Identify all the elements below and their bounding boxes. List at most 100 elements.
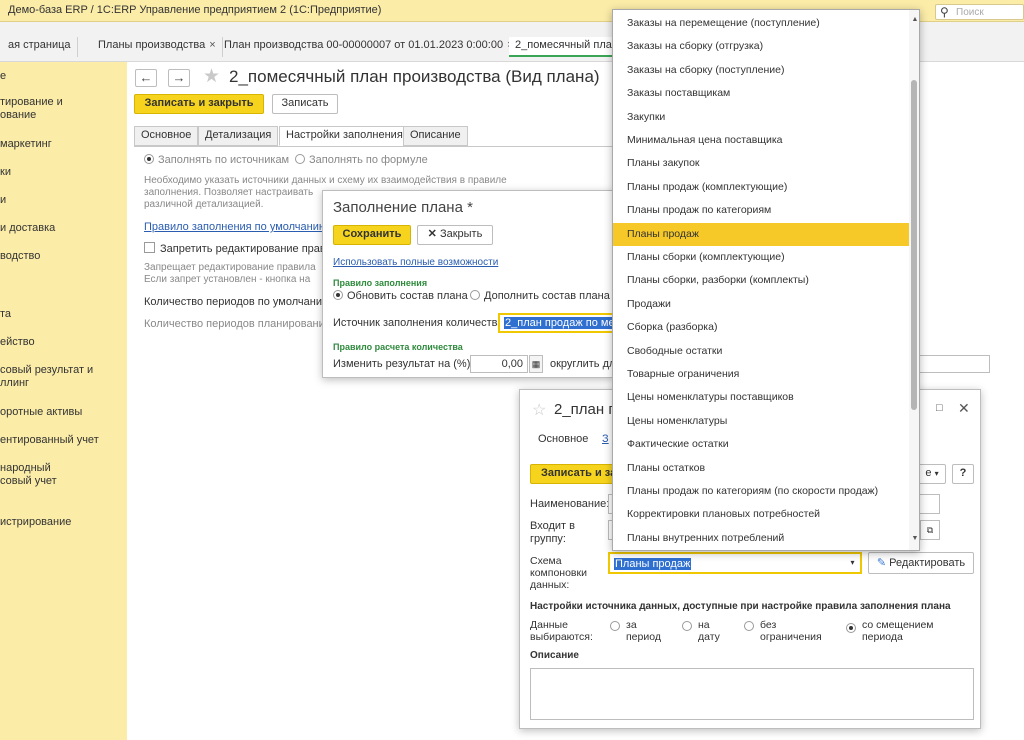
sidebar-item-warehouse[interactable]: и доставка [0,222,127,235]
calc-rule-header: Правило расчета количества [333,342,463,352]
sidebar-item-financial-result[interactable]: совый результат и ллинг [0,364,127,390]
radio-icon [295,154,305,164]
favorite-star-icon[interactable]: ★ [203,65,220,88]
dropdown-item[interactable]: Планы продаж (комплектующие) [613,176,909,199]
calculator-icon[interactable]: ▦ [529,355,543,373]
tab-production-plan-doc[interactable]: План производства 00-00000007 от 01.01.2… [218,37,521,57]
tab-description[interactable]: Описание [403,126,468,146]
sidebar: е тирование и ование маркетинг ки и и до… [0,62,127,740]
dropdown-item[interactable]: Минимальная цена поставщика [613,129,909,152]
dropdown-item[interactable]: Свободные остатки [613,340,909,363]
dropdown-item[interactable]: Планы продаж по категориям (по скорости … [613,480,909,503]
sidebar-item-crm[interactable]: тирование и ование [0,96,127,122]
radio-append-plan[interactable]: Дополнить состав плана [470,290,610,302]
scrollbar-thumb[interactable] [911,80,917,410]
dropdown-item[interactable]: Планы остатков [613,457,909,480]
radio-fill-by-sources[interactable]: Заполнять по источникам [144,154,289,166]
save-button[interactable]: Сохранить [333,225,411,245]
close-button[interactable]: ✕ Закрыть [417,225,493,245]
tab-home[interactable]: ая страница [2,37,78,57]
dropdown-item[interactable]: Товарные ограничения [613,363,909,386]
sidebar-item-non-current-assets[interactable]: оротные активы [0,406,127,419]
dialog-title: 2_план п [554,401,617,418]
dropdown-item[interactable]: Фактические остатки [613,433,909,456]
dropdown-item[interactable]: Планы закупок [613,152,909,175]
sidebar-item-production[interactable]: водство [0,250,127,263]
tab-main[interactable]: Основное [538,433,588,445]
radio-unlimited[interactable] [744,621,758,633]
sidebar-item-salary[interactable]: та [0,308,127,321]
opt-shift-label: со смещением периода [862,619,934,643]
tab-production-plans[interactable]: Планы производства × [92,37,223,57]
dropdown-arrow-icon[interactable]: ▾ [845,554,860,572]
periods-field[interactable] [918,355,990,373]
tab-detail[interactable]: Детализация [198,126,279,146]
dropdown-item[interactable]: Планы продаж по категориям [613,199,909,222]
default-rule-link[interactable]: Правило заполнения по умолчанию [144,221,327,233]
scroll-down-icon[interactable]: ▼ [910,535,919,542]
dropdown-item[interactable]: Заказы поставщикам [613,82,909,105]
help-button[interactable]: ? [952,464,974,484]
dropdown-item[interactable]: Планы сборки, разборки (комплекты) [613,269,909,292]
data-selected-label: Данные выбираются: [530,619,593,643]
close-icon[interactable]: × [209,39,215,51]
save-and-close-button[interactable]: Записать и закрыть [134,94,264,114]
search-icon: ⚲ [940,5,949,19]
hint-line-2: заполнения. Позволяет настраивать [144,187,314,198]
more-button[interactable]: е ▾ [918,464,946,484]
back-button[interactable]: ← [135,69,157,87]
schema-field[interactable]: Планы продаж [608,552,862,574]
dropdown-item[interactable]: Цены номенклатуры [613,410,909,433]
sidebar-item-regulated-accounting[interactable]: ентированный учет [0,434,127,447]
full-features-link[interactable]: Использовать полные возможности [333,257,498,268]
change-result-field[interactable]: 0,00 [470,355,528,373]
sidebar-item-international[interactable]: народный совый учет [0,462,127,488]
data-source-dropdown: Заказы на перемещение (поступление) Заказ… [612,9,920,551]
hint-line-1: Необходимо указать источники данных и сх… [144,175,507,186]
description-textarea[interactable] [530,668,974,720]
source-field[interactable]: 2_план продаж по мес [498,313,616,333]
radio-fill-by-formula[interactable]: Заполнять по формуле [295,154,428,166]
radio-update-plan[interactable]: Обновить состав плана [333,290,468,302]
sidebar-item-purchases[interactable]: и [0,194,127,207]
scroll-up-icon[interactable]: ▲ [910,16,919,23]
name-field-end[interactable] [920,494,940,514]
favorite-star-icon[interactable]: ☆ [532,400,546,420]
tab-other[interactable]: З [602,433,609,445]
tab-main[interactable]: Основное [134,126,199,146]
maximize-icon[interactable]: □ [936,402,943,414]
save-button[interactable]: Записать [272,94,338,114]
sidebar-item-treasury[interactable]: ейство [0,336,127,349]
tab-fill-settings[interactable]: Настройки заполнения [279,126,410,146]
open-icon[interactable]: ⧉ [920,520,940,540]
sidebar-item-main[interactable]: е [0,70,127,83]
sidebar-item-administration[interactable]: истрирование [0,516,127,529]
dropdown-item[interactable]: Планы продаж [613,222,909,246]
radio-icon [682,621,692,631]
radio-date[interactable] [682,621,696,633]
dropdown-item[interactable]: Заказы на сборку (поступление) [613,59,909,82]
tab-monthly-plan[interactable]: 2_помесячный план [509,37,613,57]
sidebar-item-sales[interactable]: ки [0,166,127,179]
fill-plan-dialog: Заполнение плана * Сохранить ✕ Закрыть И… [322,190,621,378]
radio-shift[interactable] [846,623,860,635]
dropdown-item[interactable]: Заказы на перемещение (поступление) [613,12,909,35]
dropdown-item[interactable]: Закупки [613,106,909,129]
dropdown-item[interactable]: Заказы на сборку (отгрузка) [613,35,909,58]
close-icon[interactable]: ✕ [958,400,970,417]
radio-icon [744,621,754,631]
tab-divider [134,146,614,147]
dropdown-item[interactable]: Продажи [613,293,909,316]
forward-button[interactable]: → [168,69,190,87]
dropdown-item[interactable]: Планы внутренних потреблений [613,527,909,550]
dropdown-item[interactable]: Сборка (разборка) [613,316,909,339]
dropdown-item[interactable]: Планы сборки (комплектующие) [613,246,909,269]
forbid-edit-checkbox[interactable]: Запретить редактирование прави [144,242,332,255]
save-and-close-button[interactable]: Записать и за [530,464,620,484]
search-input[interactable]: ⚲ Поиск [935,4,1024,20]
radio-period[interactable] [610,621,624,633]
dropdown-item[interactable]: Корректировки плановых потребностей [613,503,909,526]
dropdown-item[interactable]: Цены номенклатуры поставщиков [613,386,909,409]
sidebar-item-marketing[interactable]: маркетинг [0,138,127,151]
edit-schema-button[interactable]: ✎ Редактировать [868,552,974,574]
